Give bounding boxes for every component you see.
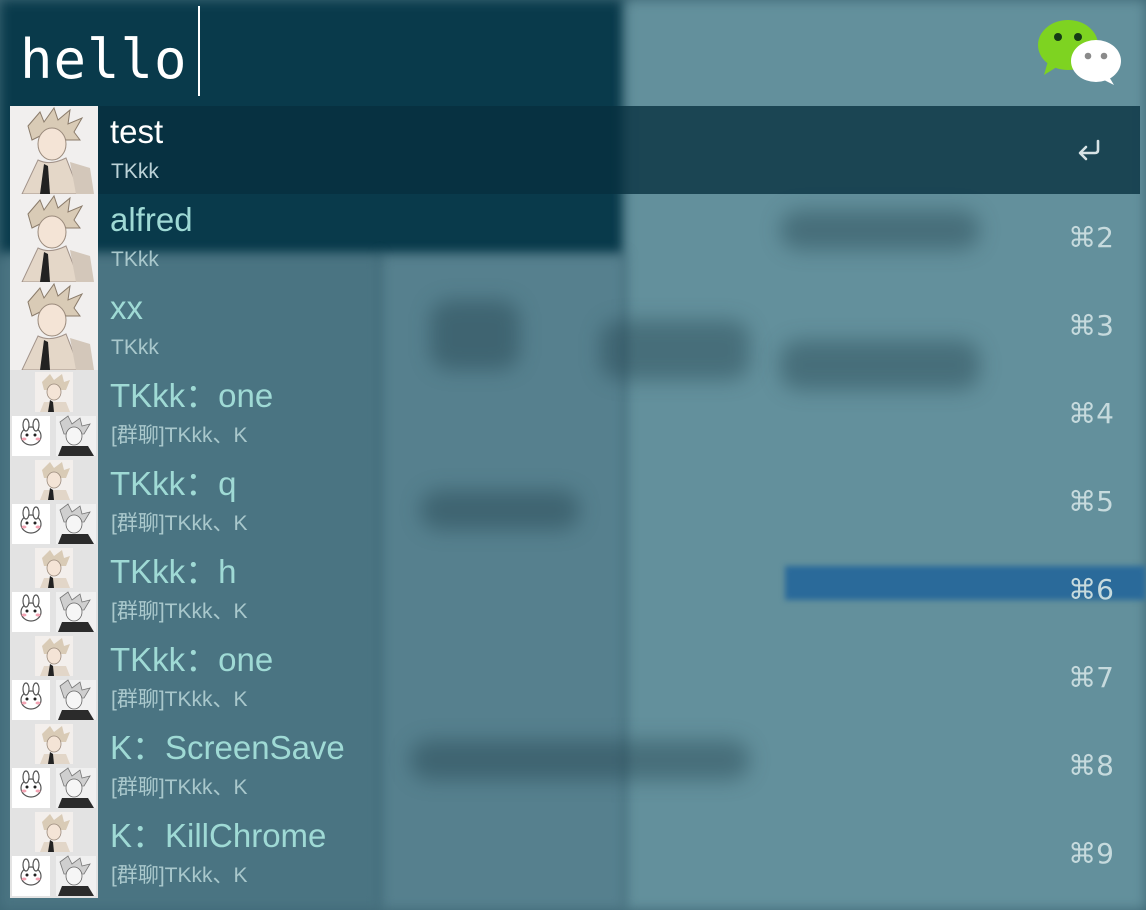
result-shortcut: ⌘4 <box>1068 397 1114 430</box>
avatar <box>10 546 98 634</box>
group-avatar-image <box>10 370 98 458</box>
group-avatar-image <box>10 810 98 898</box>
avatar-image <box>10 194 98 282</box>
result-title: TKkk：one <box>110 377 274 414</box>
result-row[interactable]: xx TKkk ⌘3 <box>10 282 1140 370</box>
result-row[interactable]: TKkk：one [群聊]TKkk、K ⌘7 <box>10 634 1140 722</box>
return-key-icon <box>1078 139 1100 161</box>
result-title: TKkk：h <box>110 553 237 590</box>
result-row[interactable]: test TKkk <box>10 106 1140 194</box>
search-bar[interactable]: hello <box>0 0 1146 106</box>
result-subtitle: [群聊]TKkk、K <box>111 776 248 799</box>
avatar <box>10 106 98 194</box>
avatar <box>10 634 98 722</box>
avatar <box>10 282 98 370</box>
avatar-image <box>10 106 98 194</box>
result-row[interactable]: TKkk：q [群聊]TKkk、K ⌘5 <box>10 458 1140 546</box>
result-shortcut: ⌘8 <box>1068 749 1114 782</box>
group-avatar-image <box>10 458 98 546</box>
result-title: K：KillChrome <box>110 817 327 854</box>
result-title: xx <box>110 289 143 326</box>
result-subtitle: TKkk <box>111 248 159 271</box>
result-shortcut: ⌘6 <box>1068 573 1114 606</box>
avatar <box>10 810 98 898</box>
result-title: TKkk：q <box>110 465 237 502</box>
result-shortcut: ⌘7 <box>1068 661 1114 694</box>
result-row[interactable]: TKkk：h [群聊]TKkk、K ⌘6 <box>10 546 1140 634</box>
search-launcher-panel: hello test TKkk alfred TKkk ⌘2 xx TKkk ⌘… <box>0 0 1146 910</box>
result-shortcut: ⌘2 <box>1068 221 1114 254</box>
avatar-image <box>10 282 98 370</box>
result-title: test <box>110 113 164 150</box>
result-shortcut: ⌘3 <box>1068 309 1114 342</box>
result-row[interactable]: K：KillChrome [群聊]TKkk、K ⌘9 <box>10 810 1140 898</box>
result-row[interactable]: K：ScreenSave [群聊]TKkk、K ⌘8 <box>10 722 1140 810</box>
result-subtitle: [群聊]TKkk、K <box>111 864 248 887</box>
result-title: alfred <box>110 201 193 238</box>
result-subtitle: [群聊]TKkk、K <box>111 688 248 711</box>
result-title: TKkk：one <box>110 641 274 678</box>
avatar <box>10 370 98 458</box>
result-subtitle: TKkk <box>111 160 159 183</box>
result-subtitle: [群聊]TKkk、K <box>111 600 248 623</box>
group-avatar-image <box>10 634 98 722</box>
result-title: K：ScreenSave <box>110 729 345 766</box>
result-subtitle: TKkk <box>111 336 159 359</box>
result-subtitle: [群聊]TKkk、K <box>111 512 248 535</box>
wechat-icon <box>1038 20 1121 85</box>
results-list: test TKkk alfred TKkk ⌘2 xx TKkk ⌘3 TKkk… <box>10 106 1140 898</box>
text-caret <box>198 6 200 96</box>
search-input[interactable]: hello <box>20 22 188 98</box>
group-avatar-image <box>10 546 98 634</box>
avatar <box>10 194 98 282</box>
group-avatar-image <box>10 722 98 810</box>
avatar <box>10 458 98 546</box>
result-row[interactable]: TKkk：one [群聊]TKkk、K ⌘4 <box>10 370 1140 458</box>
avatar <box>10 722 98 810</box>
result-shortcut: ⌘5 <box>1068 485 1114 518</box>
result-shortcut: ⌘9 <box>1068 837 1114 870</box>
result-subtitle: [群聊]TKkk、K <box>111 424 248 447</box>
result-row[interactable]: alfred TKkk ⌘2 <box>10 194 1140 282</box>
